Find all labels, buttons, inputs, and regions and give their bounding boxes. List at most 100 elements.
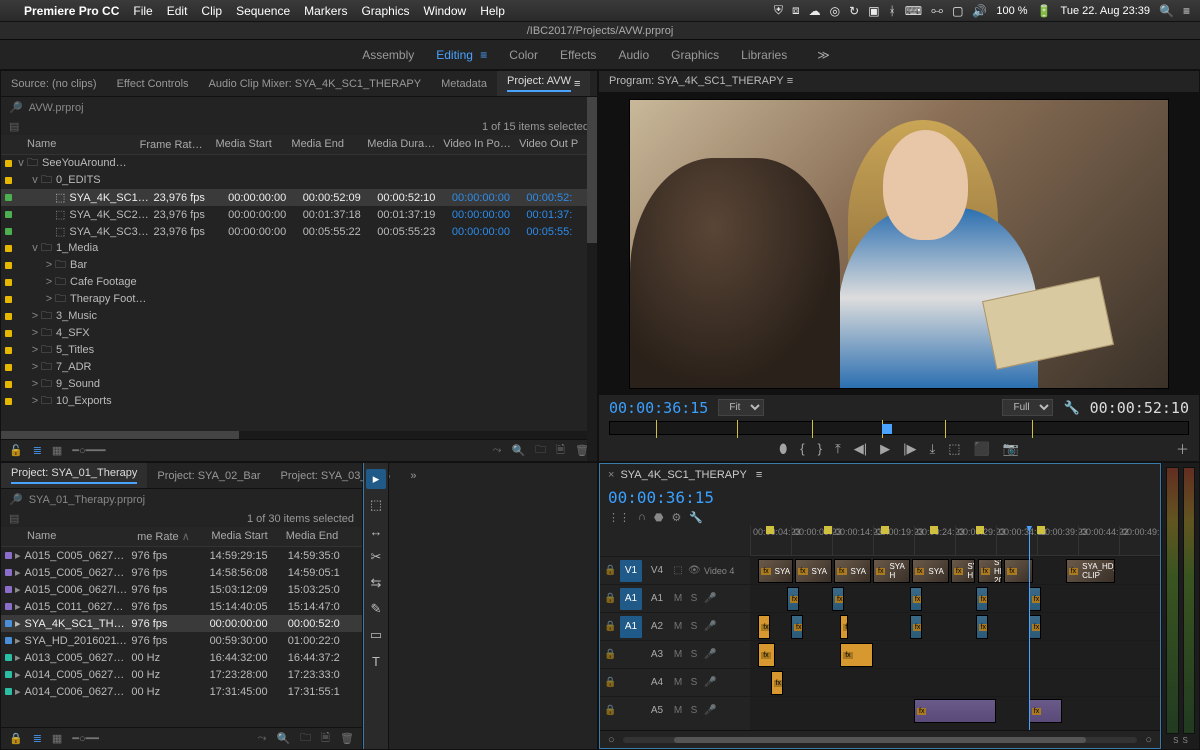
status-battery-icon[interactable]: 🔋 (1037, 4, 1052, 18)
icon-view-icon[interactable]: ▦ (52, 444, 62, 457)
status-clock[interactable]: Tue 22. Aug 23:39 (1061, 5, 1151, 17)
tool-7[interactable]: T (366, 651, 386, 671)
audio-clip[interactable]: fx (771, 671, 783, 695)
wrench-icon[interactable]: 🔧 (689, 511, 703, 524)
app-name[interactable]: Premiere Pro CC (24, 4, 119, 18)
project-hscroll[interactable] (1, 431, 597, 439)
project-row[interactable]: >🗀Bar (1, 257, 597, 274)
project-row[interactable]: v🗀SeeYouAround_SharedProjects_v (1, 155, 597, 172)
menu-help[interactable]: Help (480, 4, 505, 18)
step-fwd-icon[interactable]: |▶ (903, 441, 916, 457)
audio-clip[interactable]: fx (1029, 699, 1062, 723)
menu-file[interactable]: File (133, 4, 152, 18)
workspace-graphics[interactable]: Graphics (671, 48, 719, 62)
list-view-icon[interactable]: ≣ (33, 444, 42, 457)
project-row[interactable]: >🗀10_Exports (1, 393, 597, 410)
project-row[interactable]: v🗀1_Media (1, 240, 597, 257)
tab-proj-overflow[interactable]: » (400, 463, 426, 488)
status-cc-icon[interactable]: ◎ (830, 4, 840, 18)
workspace-libraries[interactable]: Libraries (741, 48, 787, 62)
workspace-effects[interactable]: Effects (560, 48, 596, 62)
video-clip[interactable]: fxSYA H (951, 559, 976, 583)
tab-proj-bar[interactable]: Project: SYA_02_Bar (147, 463, 270, 488)
project-row[interactable]: ⬚SYA_4K_SC2_BAR 23,976 fps00:00:00:0000:… (1, 206, 597, 223)
new-item-icon[interactable]: 🗎 (321, 729, 330, 748)
video-clip[interactable]: fxSYA (758, 559, 793, 583)
workspace-audio[interactable]: Audio (618, 48, 649, 62)
menu-graphics[interactable]: Graphics (361, 4, 409, 18)
program-quality-select[interactable]: Full (1002, 399, 1053, 416)
status-wifi-icon[interactable]: ⧟ (931, 3, 943, 18)
snap-icon[interactable]: ⋮⋮ (608, 511, 630, 524)
tool-6[interactable]: ▭ (366, 625, 386, 645)
audio-track-header[interactable]: 🔒A1A1MS🎤 (600, 584, 750, 612)
audio-clip[interactable]: fx (787, 587, 799, 611)
tool-1[interactable]: ⬚ (366, 495, 386, 515)
tab-audio-mixer[interactable]: Audio Clip Mixer: SYA_4K_SC1_THERAPY (199, 71, 432, 96)
thumb-slider[interactable]: ━○━━━ (72, 444, 105, 457)
delete-icon[interactable]: 🗑 (340, 732, 354, 745)
audio-clip[interactable]: fx (914, 699, 996, 723)
audio-track-header[interactable]: 🔒A3MS🎤 (600, 640, 750, 668)
new-bin-icon[interactable]: 🗀 (535, 441, 546, 460)
ingest-lock-icon[interactable]: 🔓 (9, 444, 23, 457)
tab-project[interactable]: Project: AVW ≡ (497, 71, 590, 96)
new-bin-icon[interactable]: 🗀 (300, 729, 311, 748)
audio-clip[interactable]: fx (758, 615, 770, 639)
audio-clip[interactable]: fxCh. 1 (910, 587, 922, 611)
video-clip[interactable]: fxSYA H (873, 559, 910, 583)
status-sync-icon[interactable]: ↻ (849, 4, 859, 18)
audio-clip[interactable]: fx (791, 615, 803, 639)
link-icon[interactable]: ∩ (638, 511, 646, 524)
timeline-timecode[interactable]: 00:00:36:15 (600, 486, 1160, 509)
thumb-slider[interactable]: ━○━━ (72, 732, 99, 745)
search-icon[interactable]: 🔎 (9, 101, 23, 114)
menu-sequence[interactable]: Sequence (236, 4, 290, 18)
video-clip[interactable]: fxSYA (912, 559, 949, 583)
status-display2-icon[interactable]: ▢ (952, 4, 963, 18)
tool-0[interactable]: ▸ (366, 469, 386, 489)
new-item-icon[interactable]: 🗎 (556, 441, 565, 460)
col-video-out[interactable]: Video Out P (515, 138, 591, 151)
audio-clip[interactable]: fxCh. 1 (976, 587, 988, 611)
program-timecode[interactable]: 00:00:36:15 (609, 399, 708, 417)
menu-clip[interactable]: Clip (201, 4, 222, 18)
project-row[interactable]: >🗀7_ADR (1, 359, 597, 376)
col-name[interactable]: Name (21, 138, 136, 151)
filter-icon[interactable]: ▤ (9, 120, 19, 133)
col-media-end[interactable]: Media End (282, 530, 356, 543)
program-zoom-select[interactable]: Fit (718, 399, 764, 416)
status-shield-icon[interactable]: ⛨ (774, 3, 783, 18)
tool-2[interactable]: ↔ (366, 521, 386, 541)
step-back-icon[interactable]: ◀| (854, 441, 867, 457)
col-media-end[interactable]: Media End (287, 138, 363, 151)
audio-clip[interactable]: fx (1029, 587, 1041, 611)
ingest-lock-icon[interactable]: 🔒 (9, 732, 23, 745)
timeline-sequence-name[interactable]: SYA_4K_SC1_THERAPY (620, 469, 746, 481)
list-view-icon[interactable]: ≣ (33, 732, 42, 745)
export-frame-icon[interactable]: 📷 (1003, 441, 1019, 457)
extract-icon[interactable]: ⬛ (974, 441, 990, 457)
playhead[interactable] (1029, 526, 1030, 730)
mark-out-icon[interactable]: { (800, 441, 804, 456)
project-vscroll[interactable] (587, 97, 597, 461)
button-editor-icon[interactable]: ＋ (1176, 439, 1189, 458)
project-row[interactable]: >🗀9_Sound (1, 376, 597, 393)
program-video[interactable] (599, 93, 1199, 395)
menu-window[interactable]: Window (424, 4, 467, 18)
project-row[interactable]: ▸A015_C011_0627XI_001.R3C 976 fps15:14:4… (1, 598, 362, 615)
col-framerate[interactable]: me Rate ∧ (133, 530, 207, 543)
video-clip[interactable]: fxSYA HD 20 (978, 559, 1003, 583)
status-battery[interactable]: 100 % (996, 5, 1027, 17)
notification-icon[interactable]: ≡ (1183, 4, 1190, 18)
audio-clip[interactable]: fxCh. 1 (910, 615, 922, 639)
status-display-icon[interactable]: ▣ (868, 4, 879, 18)
tab-effect-controls[interactable]: Effect Controls (107, 71, 199, 96)
video-track-header[interactable]: 🔒V1V4⬚👁Video 4 (600, 556, 750, 584)
tab-overflow[interactable]: » (590, 71, 598, 96)
project-row[interactable]: ▸A015_C005_06275H_001.R3 976 fps14:59:29… (1, 547, 362, 564)
program-mini-timeline[interactable] (609, 421, 1189, 435)
status-keyboard-icon[interactable]: ⌨ (905, 4, 922, 18)
timeline-area[interactable]: 00:00:04:2300:00:09:2300:00:14:2300:00:1… (750, 526, 1160, 730)
status-cloud-icon[interactable]: ☁ (809, 4, 821, 18)
